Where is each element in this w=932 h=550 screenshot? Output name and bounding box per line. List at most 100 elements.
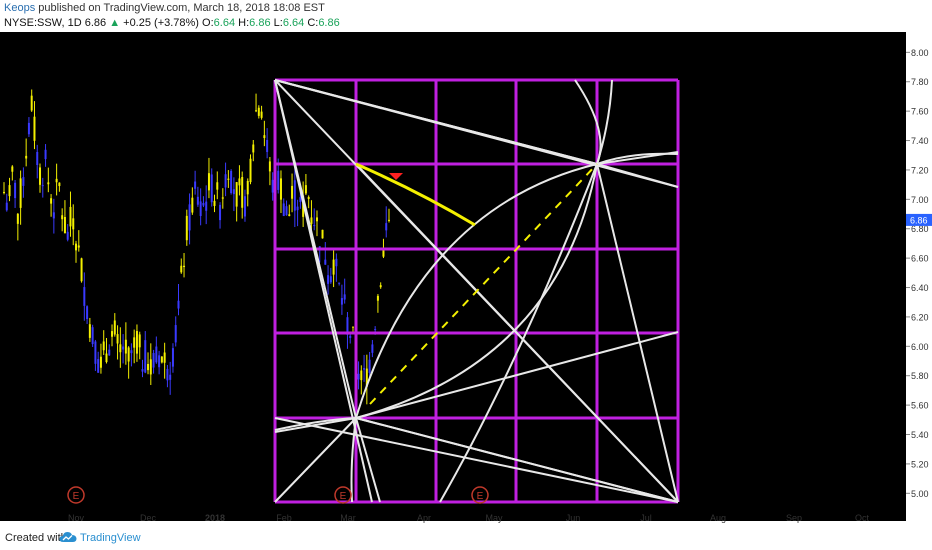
candle-body — [149, 359, 152, 375]
price-tick-label: 7.20 — [911, 165, 929, 175]
candle-body — [160, 356, 163, 363]
candle-body — [97, 359, 100, 373]
candle-body — [58, 182, 61, 187]
published-text: published on TradingView.com, March 18, … — [38, 2, 325, 14]
price-tick-label: 5.00 — [911, 489, 929, 499]
symbol-name[interactable]: NYSE:SSW, 1D — [4, 17, 82, 29]
price-chart[interactable]: EEE — [0, 32, 906, 521]
candle-body — [108, 349, 111, 356]
yellow-dashed-projection — [369, 163, 598, 405]
last-price: 6.86 — [84, 17, 107, 29]
candle-body — [371, 344, 374, 353]
price-tick-label: 7.60 — [911, 107, 929, 117]
candle-body — [77, 245, 80, 248]
earnings-marker-label[interactable]: E — [340, 491, 347, 502]
price-axis: 8.00 7.80 7.60 7.40 7.20 7.00 6.80 6.60 6.40 6.20… — [906, 48, 932, 499]
candle-body — [5, 202, 8, 211]
earnings-marker-label[interactable]: E — [73, 491, 80, 502]
price-tick-label: 5.20 — [911, 459, 929, 469]
candle-body — [376, 295, 379, 301]
candle-body — [88, 324, 91, 338]
candle-body — [310, 217, 313, 224]
candle-body — [207, 173, 210, 191]
candle-body — [183, 265, 186, 268]
created-with-text: Created with — [5, 532, 67, 544]
candle-body — [357, 373, 360, 380]
candle-body — [94, 341, 97, 364]
candle-body — [155, 346, 158, 363]
candle-body — [188, 204, 191, 231]
candle-body — [332, 259, 335, 275]
candle-body — [296, 206, 299, 211]
earnings-marker-label[interactable]: E — [477, 491, 484, 502]
candle-body — [19, 178, 22, 208]
candle-body — [135, 330, 138, 354]
candle-body — [385, 223, 388, 231]
candle-body — [91, 327, 94, 345]
tradingview-brand-link[interactable]: TradingView — [80, 532, 141, 544]
candle-body — [61, 215, 64, 220]
candle-body — [111, 331, 114, 337]
fan-line — [274, 417, 679, 503]
candle-body — [152, 353, 155, 368]
author-link[interactable]: Keops — [4, 2, 35, 14]
candle-body — [224, 174, 227, 188]
candle-body — [144, 340, 147, 373]
candle-body — [3, 191, 5, 193]
candle-body — [177, 300, 180, 309]
chart-pane[interactable]: EEE — [0, 32, 906, 521]
candle-body — [338, 282, 341, 284]
candle-body — [288, 214, 291, 217]
price-tick-label: 7.00 — [911, 195, 929, 205]
candle-body — [293, 180, 296, 211]
ohlc-high-value: 6.86 — [249, 17, 271, 29]
candle-body — [374, 329, 377, 331]
candle-body — [72, 218, 75, 230]
candle-body — [124, 339, 127, 354]
candle-body — [138, 334, 141, 348]
candle-body — [105, 353, 108, 363]
candle-body — [363, 368, 366, 370]
price-tick-label: 5.80 — [911, 371, 929, 381]
current-price-tag — [906, 213, 932, 226]
candle-body — [266, 139, 269, 152]
candle-body — [25, 155, 28, 159]
candle-body — [232, 189, 235, 195]
candle-body — [230, 170, 233, 194]
candle-body — [39, 167, 42, 185]
ohlc-open-value: 6.64 — [213, 17, 236, 29]
candle-body — [119, 344, 122, 353]
candle-body — [185, 215, 188, 241]
candle-body — [80, 258, 83, 282]
candle-body — [199, 201, 202, 217]
candle-body — [304, 185, 307, 194]
candle-body — [205, 201, 208, 211]
fan-line — [596, 163, 679, 188]
publication-header: Keops published on TradingView.com, Marc… — [0, 0, 932, 32]
candle-body — [379, 285, 382, 288]
candle-body — [194, 181, 197, 189]
candle-body — [219, 204, 222, 221]
change-up-icon: ▲ — [109, 17, 121, 29]
candle-body — [243, 196, 246, 217]
candle-body — [55, 178, 58, 183]
candle-body — [315, 217, 318, 222]
candle-body — [268, 161, 271, 172]
candle-body — [99, 356, 102, 368]
candle-body — [116, 334, 119, 344]
candle-body — [75, 243, 78, 251]
candle-body — [69, 206, 72, 227]
candle-body — [238, 178, 241, 186]
candle-body — [16, 213, 19, 224]
symbol-legend: NYSE:SSW, 1D 6.86 ▲ +0.25 (+3.78%) O:6.6… — [4, 17, 340, 29]
publication-line: Keops published on TradingView.com, Marc… — [4, 2, 325, 14]
candle-body — [360, 370, 363, 381]
candle-body — [66, 231, 69, 240]
candle-body — [141, 369, 144, 372]
candle-body — [277, 170, 280, 190]
candle-body — [351, 326, 354, 328]
candle-layer — [3, 89, 390, 405]
candle-body — [252, 144, 255, 153]
price-tick-label: 6.80 — [911, 224, 929, 234]
candle-body — [169, 374, 172, 380]
